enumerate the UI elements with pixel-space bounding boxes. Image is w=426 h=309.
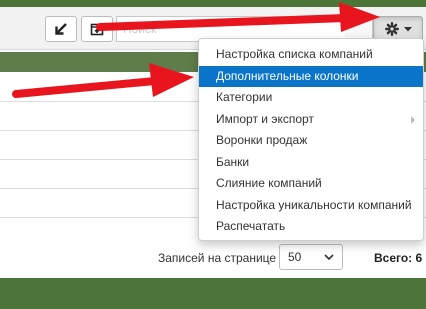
annotation-arrow-to-settings — [96, 2, 380, 32]
annotation-arrows — [12, 2, 380, 98]
annotation-arrow-to-menu-item — [12, 63, 194, 98]
